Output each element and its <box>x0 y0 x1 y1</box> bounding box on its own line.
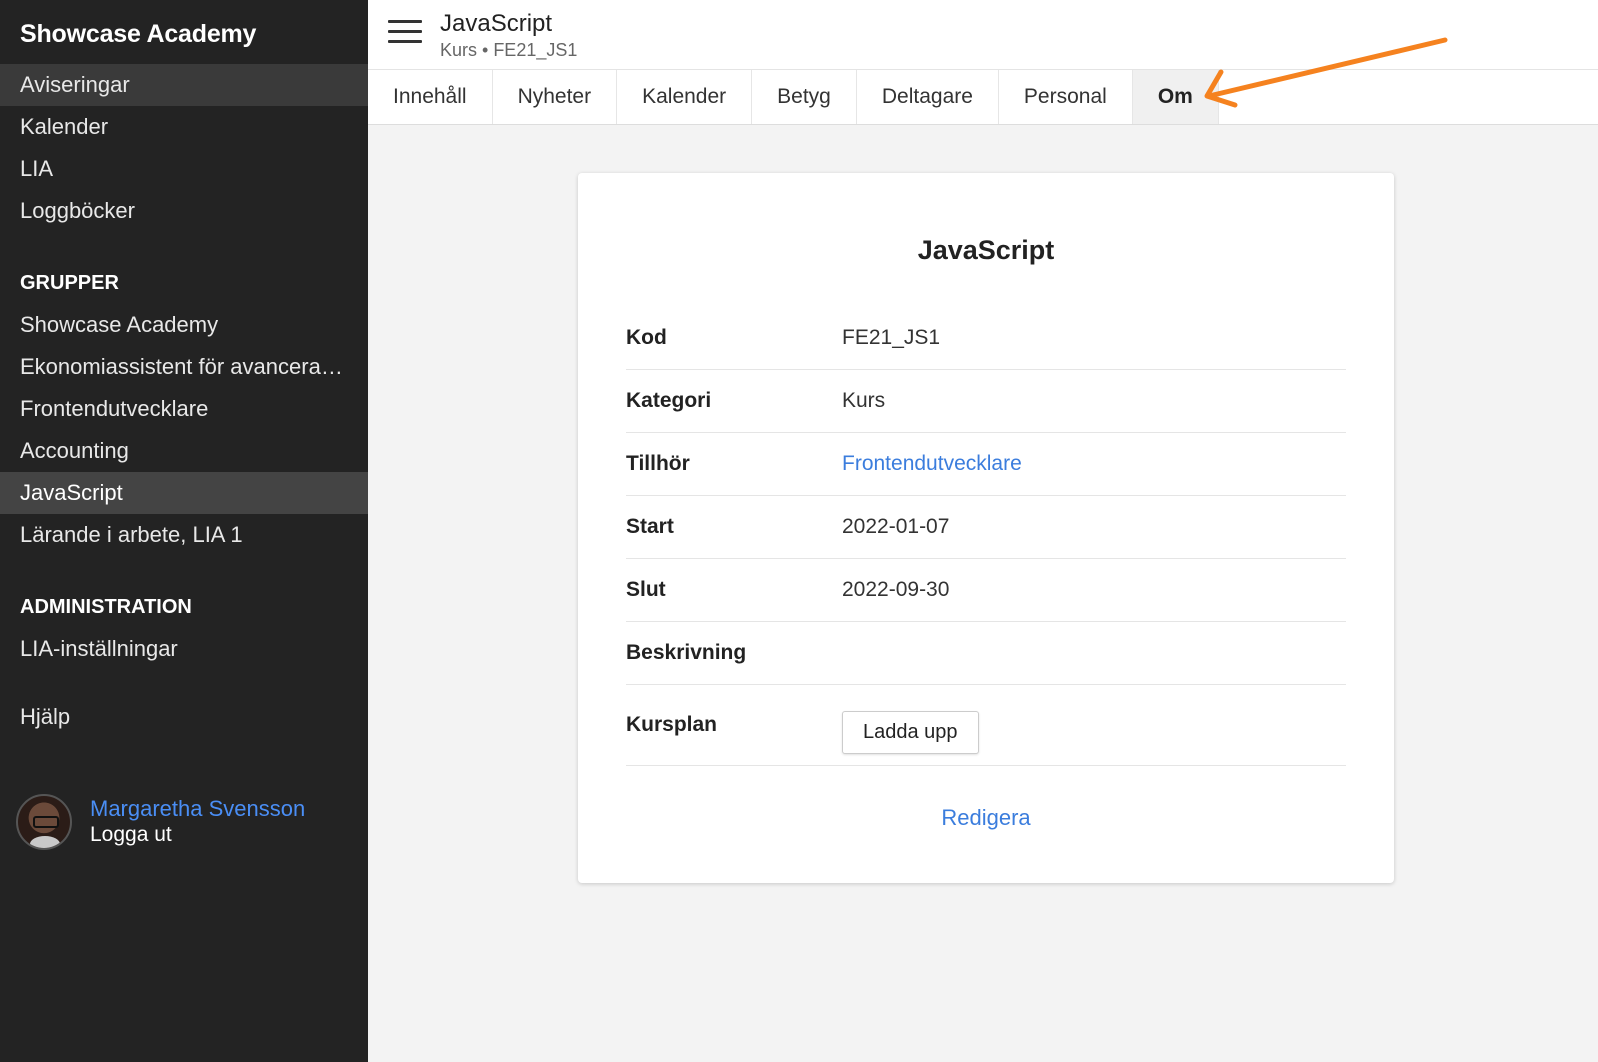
tab-innehall[interactable]: Innehåll <box>368 70 493 124</box>
sidebar: Showcase Academy Aviseringar Kalender LI… <box>0 0 368 1062</box>
info-label: Slut <box>626 578 666 601</box>
sidebar-group-frontendutvecklare[interactable]: Frontendutvecklare <box>0 388 368 430</box>
info-value: FE21_JS1 <box>842 326 941 349</box>
sidebar-item-lia[interactable]: LIA <box>0 148 368 190</box>
upload-button[interactable]: Ladda upp <box>842 710 979 754</box>
card-title: JavaScript <box>917 235 1055 265</box>
sidebar-item-kalender[interactable]: Kalender <box>0 106 368 148</box>
info-row-start: Start 2022-01-07 <box>626 496 1346 559</box>
page-title: JavaScript <box>440 10 553 37</box>
info-row-kategori: Kategori Kurs <box>626 370 1346 433</box>
sidebar-item-lia-installningar[interactable]: LIA-inställningar <box>0 628 368 670</box>
info-label: Kategori <box>626 389 712 412</box>
info-label: Beskrivning <box>626 641 747 664</box>
sidebar-group-accounting[interactable]: Accounting <box>0 430 368 472</box>
sidebar-item-hjalp[interactable]: Hjälp <box>0 696 368 738</box>
info-row-slut: Slut 2022-09-30 <box>626 559 1346 622</box>
groups-heading: GRUPPER <box>20 272 119 294</box>
tab-nyheter[interactable]: Nyheter <box>493 70 618 124</box>
sidebar-group-showcase-academy[interactable]: Showcase Academy <box>0 304 368 346</box>
user-name-link[interactable]: Margaretha Svensson <box>90 796 305 822</box>
sidebar-group-ekonomiassistent[interactable]: Ekonomiassistent för avancerad... <box>0 346 368 388</box>
info-value: 2022-01-07 <box>842 515 950 538</box>
logout-link[interactable]: Logga ut <box>90 822 305 848</box>
info-label: Start <box>626 515 674 538</box>
edit-link[interactable]: Redigera <box>578 805 1394 831</box>
info-value: Kurs <box>842 389 886 412</box>
tab-kalender[interactable]: Kalender <box>617 70 753 124</box>
info-label: Tillhör <box>626 452 690 475</box>
info-row-kursplan: Kursplan Ladda upp <box>626 685 1346 766</box>
info-row-kod: Kod FE21_JS1 <box>626 307 1346 370</box>
sidebar-group-javascript[interactable]: JavaScript <box>0 472 368 514</box>
avatar[interactable] <box>16 794 72 850</box>
info-table: Kod FE21_JS1 Kategori Kurs Tillhör Front… <box>626 307 1346 766</box>
info-value: 2022-09-30 <box>842 578 950 601</box>
brand-title[interactable]: Showcase Academy <box>0 0 368 64</box>
user-panel: Margaretha Svensson Logga ut <box>16 794 305 850</box>
administration-heading: ADMINISTRATION <box>20 596 192 618</box>
sidebar-group-lia-1[interactable]: Lärande i arbete, LIA 1 <box>0 514 368 556</box>
menu-icon[interactable] <box>388 20 422 46</box>
sidebar-item-aviseringar[interactable]: Aviseringar <box>0 64 368 106</box>
info-label: Kod <box>626 326 667 349</box>
info-row-tillhor: Tillhör Frontendutvecklare <box>626 433 1346 496</box>
page-subtitle: Kurs • FE21_JS1 <box>440 40 578 60</box>
tab-betyg[interactable]: Betyg <box>752 70 857 124</box>
tab-personal[interactable]: Personal <box>999 70 1133 124</box>
course-info-card: JavaScript Kod FE21_JS1 Kategori Kurs Ti… <box>578 173 1394 883</box>
info-row-beskrivning: Beskrivning <box>626 622 1346 685</box>
tab-deltagare[interactable]: Deltagare <box>857 70 999 124</box>
info-label: Kursplan <box>626 713 718 736</box>
sidebar-item-loggbocker[interactable]: Loggböcker <box>0 190 368 232</box>
tillhor-link[interactable]: Frontendutvecklare <box>842 452 1022 476</box>
annotation-arrow-icon <box>1204 37 1448 108</box>
